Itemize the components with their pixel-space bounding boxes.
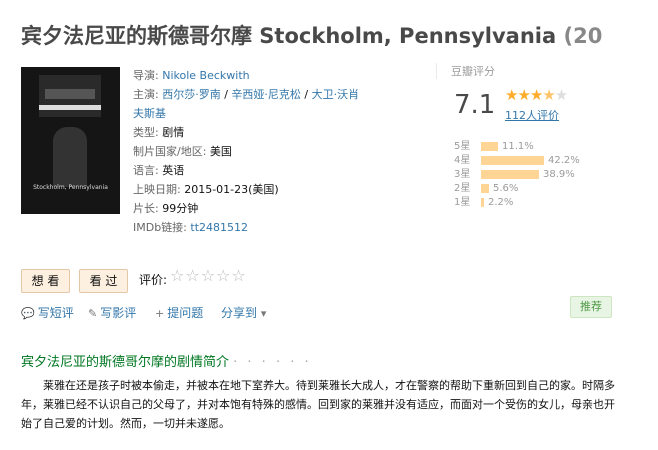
page-title: 宾夕法尼亚的斯德哥尔摩 Stockholm, Pennsylvania (20	[21, 24, 603, 48]
rating-row-label: 5星	[454, 141, 471, 152]
cast-link[interactable]: 大卫·沃肖	[312, 88, 360, 101]
rating-count-link[interactable]: 112人评价	[505, 107, 559, 123]
rating-row-label: 4星	[454, 155, 471, 166]
rate-stars-input[interactable]: ☆☆☆☆☆	[170, 266, 247, 285]
recommend-button[interactable]: 推荐	[570, 296, 612, 318]
cast-link-continued[interactable]: 夫斯基	[133, 107, 166, 120]
synopsis-heading: 宾夕法尼亚的斯德哥尔摩的剧情简介 · · · · · ·	[21, 355, 312, 370]
release-value: 2015-01-23(美国)	[184, 183, 279, 196]
genre-value: 剧情	[162, 126, 185, 139]
comment-icon: 💬	[21, 307, 35, 320]
movie-poster[interactable]: Stockholm, Pennsylvania	[21, 67, 120, 214]
language-label: 语言:	[133, 164, 159, 177]
rating-percent: 2.2%	[488, 197, 514, 208]
share-link[interactable]: 分享到 ▾	[221, 304, 269, 321]
rating-bar	[481, 183, 489, 193]
release-label: 上映日期:	[133, 183, 181, 196]
synopsis-text: 莱雅在还是孩子时被本偷走，并被本在地下室养大。待到莱雅长大成人，才在警察的帮助下…	[21, 379, 615, 430]
rating-panel: 豆瓣评分 7.1 ★★★★★ 112人评价 5星 11.1% 4星 42.2% 3星…	[436, 63, 641, 208]
ask-question-link[interactable]: + 提问题	[155, 304, 203, 321]
imdb-label: IMDb链接:	[133, 221, 187, 234]
chevron-down-icon: ▾	[260, 307, 267, 320]
rating-row-label: 2星	[454, 183, 471, 194]
rating-row-4: 4星 42.2%	[454, 151, 580, 166]
rating-title: 豆瓣评分	[451, 65, 495, 78]
pencil-icon: ✎	[88, 307, 98, 320]
want-to-watch-button[interactable]: 想 看	[21, 269, 70, 293]
rating-row-label: 1星	[454, 197, 471, 208]
rating-row-label: 3星	[454, 169, 471, 180]
rating-bar	[481, 169, 539, 179]
country-label: 制片国家/地区:	[133, 145, 207, 158]
director-label: 导演:	[133, 69, 159, 82]
movie-info: 导演: Nikole Beckwith 主演: 西尔莎·罗南 / 辛西娅·尼克松…	[133, 69, 360, 234]
write-short-review-link[interactable]: 💬 写短评	[21, 304, 74, 321]
cast-link[interactable]: 西尔莎·罗南	[162, 88, 221, 101]
rating-row-3: 3星 38.9%	[454, 165, 580, 180]
poster-figure	[53, 127, 87, 187]
rating-bar	[481, 197, 484, 207]
imdb-link[interactable]: tt2481512	[190, 221, 248, 234]
rating-bar	[481, 155, 544, 165]
genre-label: 类型:	[133, 126, 159, 139]
rating-breakdown: 5星 11.1% 4星 42.2% 3星 38.9% 2星 5.6% 1星 2.2%	[454, 137, 580, 208]
poster-face	[39, 75, 101, 117]
watched-button[interactable]: 看 过	[79, 269, 128, 293]
poster-title: Stockholm, Pennsylvania	[33, 184, 108, 191]
rating-bar	[481, 141, 498, 151]
runtime-value: 99分钟	[162, 202, 199, 215]
cast-label: 主演:	[133, 88, 159, 101]
cast-link[interactable]: 辛西娅·尼克松	[231, 88, 301, 101]
rating-row-1: 1星 2.2%	[454, 193, 580, 208]
rating-score: 7.1	[454, 90, 496, 120]
country-value: 美国	[209, 145, 232, 158]
rating-row-5: 5星 11.1%	[454, 137, 580, 152]
synopsis-heading-dots: · · · · · ·	[233, 355, 312, 370]
plus-icon: +	[155, 307, 165, 320]
rating-row-2: 2星 5.6%	[454, 179, 580, 194]
write-review-link[interactable]: ✎ 写影评	[88, 304, 136, 321]
director-link[interactable]: Nikole Beckwith	[162, 69, 249, 82]
language-value: 英语	[162, 164, 185, 177]
rate-label: 评价:	[139, 273, 168, 287]
runtime-label: 片长:	[133, 202, 159, 215]
rating-stars-icon: ★★★★★	[505, 86, 568, 104]
title-year: (20	[563, 24, 603, 48]
